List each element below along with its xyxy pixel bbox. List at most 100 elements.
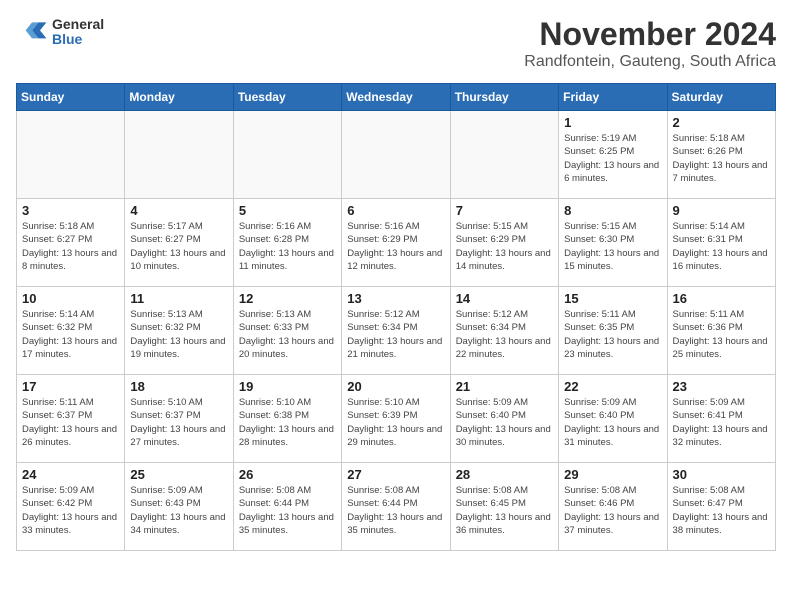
day-number: 5: [239, 203, 336, 218]
day-number: 12: [239, 291, 336, 306]
title-section: November 2024 Randfontein, Gauteng, Sout…: [524, 16, 776, 71]
day-number: 10: [22, 291, 119, 306]
day-info: Sunrise: 5:13 AM Sunset: 6:33 PM Dayligh…: [239, 308, 336, 361]
table-row: [450, 111, 558, 199]
day-info: Sunrise: 5:15 AM Sunset: 6:30 PM Dayligh…: [564, 220, 661, 273]
col-tuesday: Tuesday: [233, 84, 341, 111]
table-row: 23 Sunrise: 5:09 AM Sunset: 6:41 PM Dayli…: [667, 375, 775, 463]
table-row: 15 Sunrise: 5:11 AM Sunset: 6:35 PM Dayli…: [559, 287, 667, 375]
day-info: Sunrise: 5:17 AM Sunset: 6:27 PM Dayligh…: [130, 220, 227, 273]
calendar-week-row: 1 Sunrise: 5:19 AM Sunset: 6:25 PM Daylig…: [17, 111, 776, 199]
table-row: 10 Sunrise: 5:14 AM Sunset: 6:32 PM Dayli…: [17, 287, 125, 375]
table-row: [342, 111, 450, 199]
day-number: 18: [130, 379, 227, 394]
calendar-week-row: 3Sunrise: 5:18 AM Sunset: 6:27 PM Daylig…: [17, 199, 776, 287]
calendar-week-row: 17 Sunrise: 5:11 AM Sunset: 6:37 PM Dayli…: [17, 375, 776, 463]
col-wednesday: Wednesday: [342, 84, 450, 111]
day-number: 11: [130, 291, 227, 306]
table-row: 20Sunrise: 5:10 AM Sunset: 6:39 PM Dayli…: [342, 375, 450, 463]
day-number: 8: [564, 203, 661, 218]
day-info: Sunrise: 5:08 AM Sunset: 6:45 PM Dayligh…: [456, 484, 553, 537]
day-info: Sunrise: 5:09 AM Sunset: 6:40 PM Dayligh…: [456, 396, 553, 449]
day-number: 30: [673, 467, 770, 482]
day-info: Sunrise: 5:15 AM Sunset: 6:29 PM Dayligh…: [456, 220, 553, 273]
day-info: Sunrise: 5:16 AM Sunset: 6:29 PM Dayligh…: [347, 220, 444, 273]
table-row: 6 Sunrise: 5:16 AM Sunset: 6:29 PM Daylig…: [342, 199, 450, 287]
table-row: 30 Sunrise: 5:08 AM Sunset: 6:47 PM Dayli…: [667, 463, 775, 551]
table-row: 7 Sunrise: 5:15 AM Sunset: 6:29 PM Daylig…: [450, 199, 558, 287]
table-row: 3Sunrise: 5:18 AM Sunset: 6:27 PM Daylig…: [17, 199, 125, 287]
table-row: 27Sunrise: 5:08 AM Sunset: 6:44 PM Dayli…: [342, 463, 450, 551]
day-info: Sunrise: 5:12 AM Sunset: 6:34 PM Dayligh…: [456, 308, 553, 361]
day-info: Sunrise: 5:09 AM Sunset: 6:40 PM Dayligh…: [564, 396, 661, 449]
day-number: 1: [564, 115, 661, 130]
day-number: 2: [673, 115, 770, 130]
day-number: 13: [347, 291, 444, 306]
month-title: November 2024: [524, 16, 776, 53]
table-row: 22 Sunrise: 5:09 AM Sunset: 6:40 PM Dayli…: [559, 375, 667, 463]
calendar-week-row: 10 Sunrise: 5:14 AM Sunset: 6:32 PM Dayli…: [17, 287, 776, 375]
table-row: 1 Sunrise: 5:19 AM Sunset: 6:25 PM Daylig…: [559, 111, 667, 199]
day-info: Sunrise: 5:19 AM Sunset: 6:25 PM Dayligh…: [564, 132, 661, 185]
day-info: Sunrise: 5:10 AM Sunset: 6:38 PM Dayligh…: [239, 396, 336, 449]
day-info: Sunrise: 5:08 AM Sunset: 6:47 PM Dayligh…: [673, 484, 770, 537]
calendar-table: Sunday Monday Tuesday Wednesday Thursday…: [16, 83, 776, 551]
table-row: 28 Sunrise: 5:08 AM Sunset: 6:45 PM Dayli…: [450, 463, 558, 551]
day-number: 4: [130, 203, 227, 218]
col-thursday: Thursday: [450, 84, 558, 111]
day-info: Sunrise: 5:10 AM Sunset: 6:37 PM Dayligh…: [130, 396, 227, 449]
day-info: Sunrise: 5:11 AM Sunset: 6:35 PM Dayligh…: [564, 308, 661, 361]
day-number: 26: [239, 467, 336, 482]
table-row: 29 Sunrise: 5:08 AM Sunset: 6:46 PM Dayli…: [559, 463, 667, 551]
day-number: 6: [347, 203, 444, 218]
day-number: 27: [347, 467, 444, 482]
day-number: 15: [564, 291, 661, 306]
day-number: 19: [239, 379, 336, 394]
table-row: 16 Sunrise: 5:11 AM Sunset: 6:36 PM Dayli…: [667, 287, 775, 375]
day-number: 14: [456, 291, 553, 306]
day-number: 23: [673, 379, 770, 394]
table-row: 14 Sunrise: 5:12 AM Sunset: 6:34 PM Dayli…: [450, 287, 558, 375]
logo-general-text: General: [52, 17, 104, 32]
table-row: 24Sunrise: 5:09 AM Sunset: 6:42 PM Dayli…: [17, 463, 125, 551]
day-info: Sunrise: 5:09 AM Sunset: 6:41 PM Dayligh…: [673, 396, 770, 449]
day-info: Sunrise: 5:09 AM Sunset: 6:43 PM Dayligh…: [130, 484, 227, 537]
logo-icon: [16, 16, 48, 48]
day-number: 28: [456, 467, 553, 482]
table-row: 21 Sunrise: 5:09 AM Sunset: 6:40 PM Dayli…: [450, 375, 558, 463]
day-info: Sunrise: 5:08 AM Sunset: 6:46 PM Dayligh…: [564, 484, 661, 537]
day-number: 3: [22, 203, 119, 218]
col-monday: Monday: [125, 84, 233, 111]
day-info: Sunrise: 5:08 AM Sunset: 6:44 PM Dayligh…: [239, 484, 336, 537]
table-row: 5Sunrise: 5:16 AM Sunset: 6:28 PM Daylig…: [233, 199, 341, 287]
day-number: 29: [564, 467, 661, 482]
day-number: 16: [673, 291, 770, 306]
logo: General Blue: [16, 16, 104, 48]
day-number: 24: [22, 467, 119, 482]
day-number: 7: [456, 203, 553, 218]
day-number: 22: [564, 379, 661, 394]
table-row: 25Sunrise: 5:09 AM Sunset: 6:43 PM Dayli…: [125, 463, 233, 551]
table-row: 19 Sunrise: 5:10 AM Sunset: 6:38 PM Dayli…: [233, 375, 341, 463]
day-info: Sunrise: 5:10 AM Sunset: 6:39 PM Dayligh…: [347, 396, 444, 449]
table-row: [125, 111, 233, 199]
day-number: 17: [22, 379, 119, 394]
table-row: 4 Sunrise: 5:17 AM Sunset: 6:27 PM Daylig…: [125, 199, 233, 287]
day-info: Sunrise: 5:11 AM Sunset: 6:37 PM Dayligh…: [22, 396, 119, 449]
table-row: 2Sunrise: 5:18 AM Sunset: 6:26 PM Daylig…: [667, 111, 775, 199]
day-number: 21: [456, 379, 553, 394]
col-saturday: Saturday: [667, 84, 775, 111]
day-info: Sunrise: 5:14 AM Sunset: 6:32 PM Dayligh…: [22, 308, 119, 361]
table-row: [17, 111, 125, 199]
day-info: Sunrise: 5:14 AM Sunset: 6:31 PM Dayligh…: [673, 220, 770, 273]
table-row: 26 Sunrise: 5:08 AM Sunset: 6:44 PM Dayli…: [233, 463, 341, 551]
table-row: 13Sunrise: 5:12 AM Sunset: 6:34 PM Dayli…: [342, 287, 450, 375]
day-info: Sunrise: 5:11 AM Sunset: 6:36 PM Dayligh…: [673, 308, 770, 361]
day-info: Sunrise: 5:13 AM Sunset: 6:32 PM Dayligh…: [130, 308, 227, 361]
table-row: 11 Sunrise: 5:13 AM Sunset: 6:32 PM Dayli…: [125, 287, 233, 375]
page-header: General Blue November 2024 Randfontein, …: [16, 16, 776, 71]
col-friday: Friday: [559, 84, 667, 111]
table-row: [233, 111, 341, 199]
location-title: Randfontein, Gauteng, South Africa: [524, 53, 776, 71]
calendar-week-row: 24Sunrise: 5:09 AM Sunset: 6:42 PM Dayli…: [17, 463, 776, 551]
